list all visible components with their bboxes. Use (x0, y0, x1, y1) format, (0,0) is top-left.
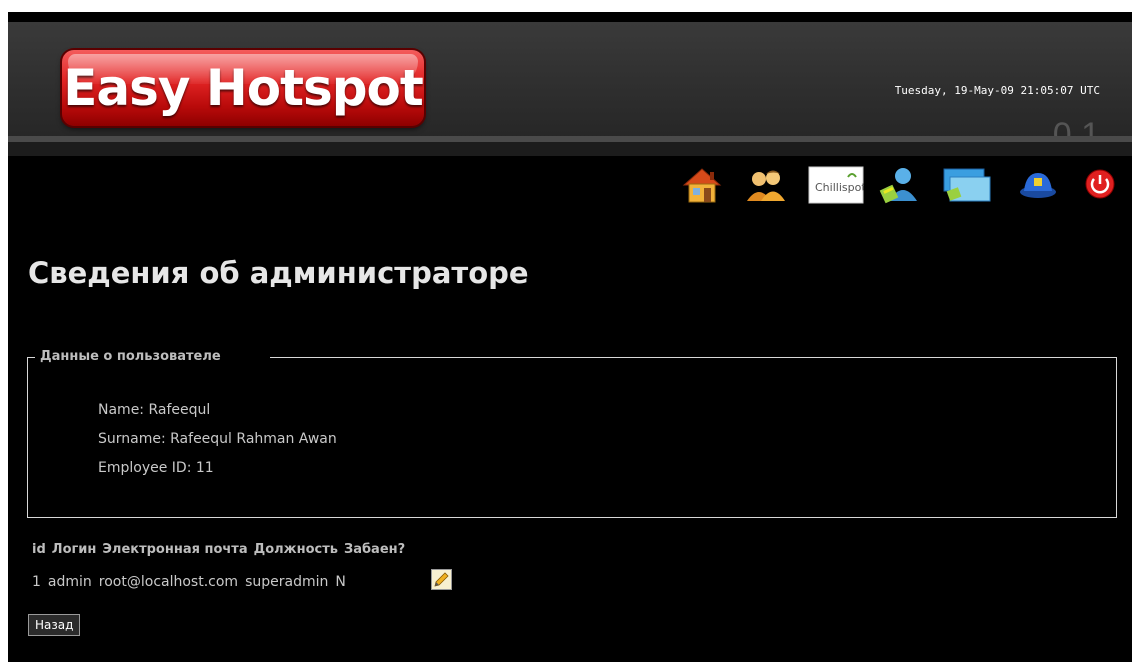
header-band (8, 142, 1132, 156)
column-header: Должность (253, 542, 338, 557)
fieldset-border (27, 357, 35, 358)
cell-login: admin (47, 574, 92, 590)
header: Easy Hotspot Tuesday, 19-May-09 21:05:07… (8, 22, 1132, 154)
users-icon[interactable] (744, 165, 788, 205)
page-title: Сведения об администраторе (28, 256, 529, 290)
back-button[interactable]: Назад (28, 614, 81, 636)
column-header: Логин (51, 542, 97, 557)
admins-icon[interactable] (878, 165, 922, 205)
edit-icon[interactable] (431, 569, 452, 590)
fieldset-border (270, 357, 1117, 358)
user-surname: Surname: Rafeequl Rahman Awan (98, 431, 337, 447)
column-header: Электронная почта (102, 542, 248, 557)
chillispot-icon[interactable]: Chillispot (808, 165, 866, 205)
app-frame: Easy Hotspot Tuesday, 19-May-09 21:05:07… (8, 12, 1132, 662)
table-header-row: id Логин Электронная почта Должность Заб… (32, 542, 405, 557)
user-name: Name: Rafeequl (98, 402, 211, 418)
cell-role: superadmin (245, 574, 329, 590)
datetime: Tuesday, 19-May-09 21:05:07 UTC (894, 84, 1100, 97)
svg-text:Chillispot: Chillispot (815, 181, 864, 194)
cell-banned: N (335, 574, 346, 590)
user-info-fieldset: Данные о пользователе Name: Rafeequl Sur… (27, 349, 1117, 518)
billing-icon[interactable] (942, 165, 992, 205)
column-header: id (32, 542, 46, 557)
fieldset-legend: Данные о пользователе (40, 349, 221, 364)
logo-text: Easy Hotspot (63, 59, 424, 117)
cell-email: root@localhost.com (98, 574, 239, 590)
employee-id: Employee ID: 11 (98, 460, 214, 476)
cell-id: 1 (32, 574, 41, 590)
power-icon[interactable] (1080, 165, 1120, 205)
column-header: Забаен? (343, 542, 406, 557)
security-icon[interactable] (1016, 165, 1060, 205)
home-icon[interactable] (680, 165, 724, 205)
table-row: 1 admin root@localhost.com superadmin N (32, 574, 353, 590)
logo[interactable]: Easy Hotspot (62, 50, 424, 126)
